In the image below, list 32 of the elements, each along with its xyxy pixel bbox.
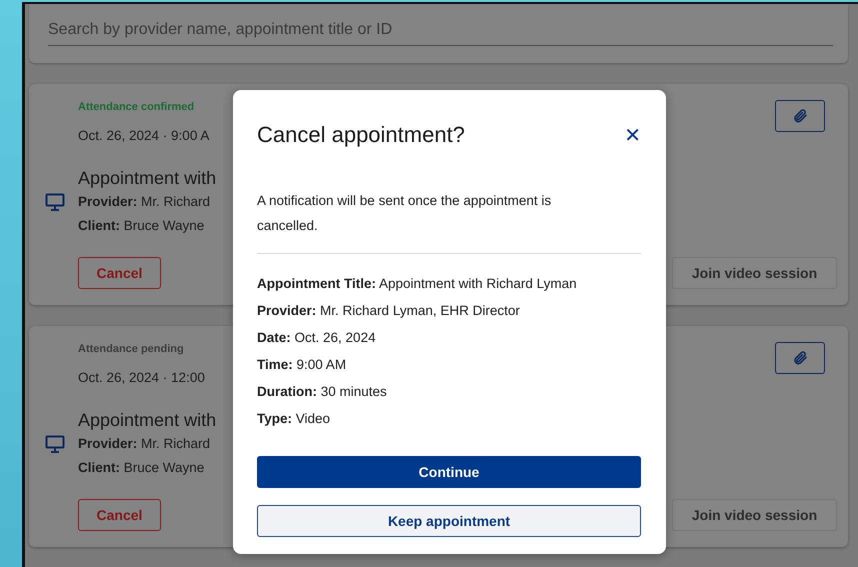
monitor-icon [45,435,65,453]
detail-text: Date: Oct. 26, 2024 [257,329,377,347]
appointment-datetime: Oct. 26, 2024 · 12:00 [78,369,205,387]
detail-text: Appointment Title: Appointment with Richard Lyman [257,275,578,293]
attachment-button[interactable] [775,100,825,132]
provider-text: Provider: Mr. Richard [78,436,210,451]
detail-text: Duration: 30 minutes [257,383,388,401]
keep-appointment-button[interactable]: Keep appointment [257,505,641,537]
appointment-title: Appointment with [78,409,216,432]
continue-button[interactable]: Continue [257,456,641,488]
client-text: Client: Bruce Wayne [78,218,204,233]
close-button[interactable]: ✕ [624,123,641,147]
detail-text: Provider: Mr. Richard Lyman, EHR Director [257,302,521,320]
detail-text: Time: 9:00 AM [257,356,348,374]
join-video-button[interactable]: Join video session [672,499,837,531]
paperclip-icon [792,349,808,367]
paperclip-icon [792,107,808,125]
appointment-title: Appointment with [78,167,216,190]
attendance-status: Attendance confirmed [78,100,194,115]
join-video-button[interactable]: Join video session [672,257,837,289]
search-field[interactable]: Search by provider name, appointment title or ID [29,4,848,63]
appointment-datetime: Oct. 26, 2024 · 9:00 A [78,127,210,145]
detail-text: Type: Video [257,410,332,428]
attachment-button[interactable] [775,342,825,374]
monitor-icon [45,193,65,211]
provider-text: Provider: Mr. Richard [78,194,210,209]
cancel-button[interactable]: Cancel [78,257,161,289]
cancel-button[interactable]: Cancel [78,499,161,531]
dialog-message: A notification will be sent once the appointment is cancelled. [257,188,641,254]
dialog-title: Cancel appointment? [257,122,465,148]
attendance-status: Attendance pending [78,342,184,357]
client-text: Client: Bruce Wayne [78,460,204,475]
